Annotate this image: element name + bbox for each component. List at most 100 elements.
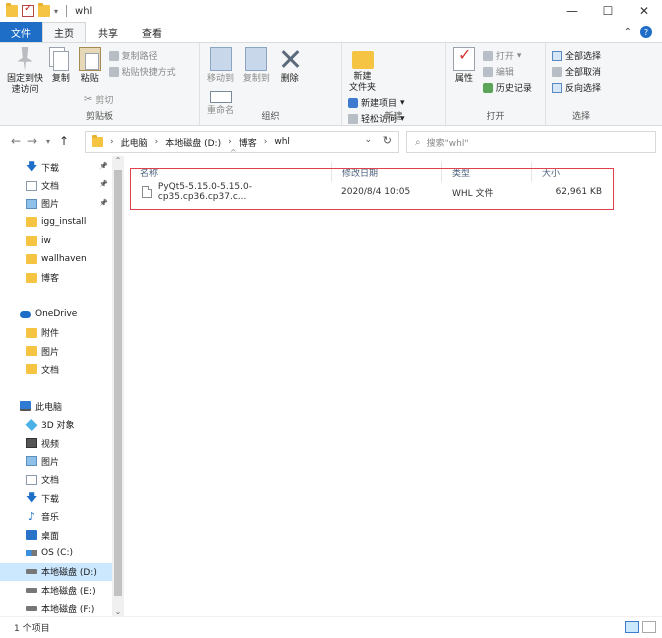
content-scrollbar[interactable] [654, 156, 662, 616]
sidebar-item[interactable]: 附件 [0, 324, 112, 342]
delete-button[interactable]: 删除 [279, 47, 301, 85]
pin-icon[interactable]: 📌 [99, 162, 108, 170]
back-icon[interactable]: ← [8, 134, 24, 148]
edit-button[interactable]: 编辑 [482, 65, 532, 78]
breadcrumb-separator-icon[interactable]: › [155, 137, 159, 147]
collapse-ribbon-icon[interactable]: ⌃ [624, 27, 632, 38]
properties-button[interactable]: 属性 [453, 47, 475, 85]
sidebar-item[interactable]: iw [0, 232, 112, 250]
copy-to-button[interactable]: 复制到 [243, 47, 270, 85]
sidebar-item[interactable]: 图片 📌 [0, 195, 112, 213]
pin-icon[interactable]: 📌 [99, 180, 108, 188]
nav-scrollbar[interactable]: ⌃ ⌄ [112, 156, 124, 616]
new-item-button[interactable]: 新建项目 ▾ [348, 96, 405, 109]
address-dropdown-icon[interactable]: ⌄ [364, 135, 372, 145]
tab-file[interactable]: 文件 [0, 22, 42, 42]
sidebar-item[interactable]: 博客 [0, 268, 112, 286]
sidebar-item[interactable]: 🡇 下载 [0, 489, 112, 507]
sidebar-item[interactable]: OneDrive [0, 305, 112, 323]
quick-access-dropdown-icon[interactable]: ▾ [54, 7, 58, 16]
breadcrumb-separator-icon[interactable]: › [264, 137, 268, 147]
breadcrumb-whl[interactable]: whl [274, 137, 290, 147]
pin-icon[interactable]: 📌 [99, 199, 108, 207]
sidebar-item[interactable]: igg_install [0, 213, 112, 231]
tab-home[interactable]: 主页 [42, 22, 86, 42]
organize-group-label: 组织 [261, 112, 280, 122]
new-folder-label: 新建 文件夹 [349, 72, 377, 93]
file-size: 62,961 KB [555, 187, 602, 197]
tab-share[interactable]: 共享 [86, 22, 130, 42]
document-icon [26, 180, 37, 191]
sidebar-item[interactable]: 图片 [0, 342, 112, 360]
breadcrumb-blog[interactable]: 博客 [239, 136, 257, 149]
history-icon [482, 82, 493, 93]
scroll-up-icon[interactable]: ⌃ [112, 156, 124, 165]
minimize-button[interactable]: — [554, 0, 590, 22]
sidebar-item[interactable]: 🡇 下载 📌 [0, 158, 112, 176]
pin-quick-access-button[interactable]: 固定到快 速访问 [7, 47, 43, 96]
file-type: WHL 文件 [452, 188, 494, 199]
tab-view[interactable]: 查看 [130, 22, 174, 42]
move-to-button[interactable]: 移动到 [207, 47, 234, 85]
refresh-icon[interactable]: ↻ [383, 134, 392, 147]
close-button[interactable]: ✕ [626, 0, 662, 22]
sidebar-item[interactable]: OS (C:) [0, 544, 112, 562]
open-button[interactable]: 打开 ▾ [482, 49, 532, 62]
column-header-type[interactable]: 类型 [442, 162, 532, 182]
breadcrumb-this-pc[interactable]: 此电脑 [121, 136, 148, 149]
copy-button[interactable]: 复制 [52, 47, 70, 85]
sidebar-item[interactable]: 本地磁盘 (D:) [0, 562, 112, 581]
address-bar[interactable]: › 此电脑 › 本地磁盘 (D:) › 博客 › whl ⌄ ↻ [85, 131, 399, 153]
sidebar-item[interactable]: 3D 对象 [0, 415, 112, 433]
nav-scrollbar-thumb[interactable] [114, 170, 122, 596]
sidebar-item[interactable]: 文档 [0, 471, 112, 489]
sidebar-item[interactable]: 桌面 [0, 526, 112, 544]
sidebar-item[interactable]: 文档 📌 [0, 176, 112, 194]
forward-icon[interactable]: → [24, 134, 40, 148]
sidebar-item[interactable]: 本地磁盘 (F:) [0, 599, 112, 617]
breadcrumb-drive-d[interactable]: 本地磁盘 (D:) [165, 136, 221, 149]
column-header-name[interactable]: 名称 [130, 162, 332, 182]
invert-selection-button[interactable]: 反向选择 [552, 81, 601, 94]
sidebar-item[interactable]: 文档 [0, 360, 112, 378]
sidebar-item-label: 图片 [41, 200, 60, 211]
file-row[interactable]: PyQt5-5.15.0-5.15.0-cp35.cp36.cp37.c... … [130, 182, 610, 202]
sidebar-item[interactable]: wallhaven [0, 250, 112, 268]
breadcrumb-separator-icon[interactable]: › [228, 137, 232, 147]
new-folder-quick-icon[interactable] [38, 3, 50, 17]
history-button[interactable]: 历史记录 [482, 81, 532, 94]
column-headers: 名称 修改日期 类型 大小 [130, 162, 650, 182]
sidebar-item[interactable]: 本地磁盘 (E:) [0, 581, 112, 599]
properties-quick-icon[interactable] [22, 3, 34, 17]
search-input[interactable]: ⌕ 搜索"whl" [406, 131, 656, 153]
select-all-button[interactable]: 全部选择 [552, 49, 601, 62]
recent-locations-icon[interactable]: ▾ [40, 137, 56, 146]
sidebar-item[interactable]: 视频 [0, 434, 112, 452]
column-header-size[interactable]: 大小 [532, 162, 608, 182]
copy-path-button[interactable]: 复制路径 [108, 49, 176, 62]
column-header-date[interactable]: 修改日期 [332, 162, 442, 182]
sidebar-item[interactable]: ♪ 音乐 [0, 507, 112, 525]
new-folder-button[interactable]: 新建 文件夹 [349, 47, 376, 94]
sidebar-item[interactable]: 此电脑 [0, 397, 112, 415]
cut-button[interactable]: ✂ 剪切 [84, 93, 113, 106]
select-none-button[interactable]: 全部取消 [552, 65, 601, 78]
up-icon[interactable]: ↑ [56, 134, 72, 148]
paste-button[interactable]: 粘贴 [78, 47, 101, 85]
item-count: 1 个项目 [14, 624, 50, 634]
scroll-down-icon[interactable]: ⌄ [112, 607, 124, 616]
large-icons-view-icon[interactable] [642, 621, 656, 633]
sidebar-item-label: OneDrive [35, 309, 78, 320]
maximize-button[interactable]: ☐ [590, 0, 626, 22]
delete-icon [279, 47, 301, 71]
copy-icon [52, 51, 69, 71]
copy-to-label: 复制到 [242, 74, 270, 84]
computer-icon [20, 401, 31, 412]
paste-shortcut-button[interactable]: 粘贴快捷方式 [108, 65, 176, 78]
ribbon: 固定到快 速访问 复制 粘贴 复制路径 粘贴快捷方式 ✂ 剪切 剪贴板 移动到 … [0, 42, 662, 126]
help-icon[interactable]: ? [640, 26, 652, 38]
sidebar-item[interactable]: 图片 [0, 452, 112, 470]
details-view-icon[interactable] [625, 621, 639, 633]
